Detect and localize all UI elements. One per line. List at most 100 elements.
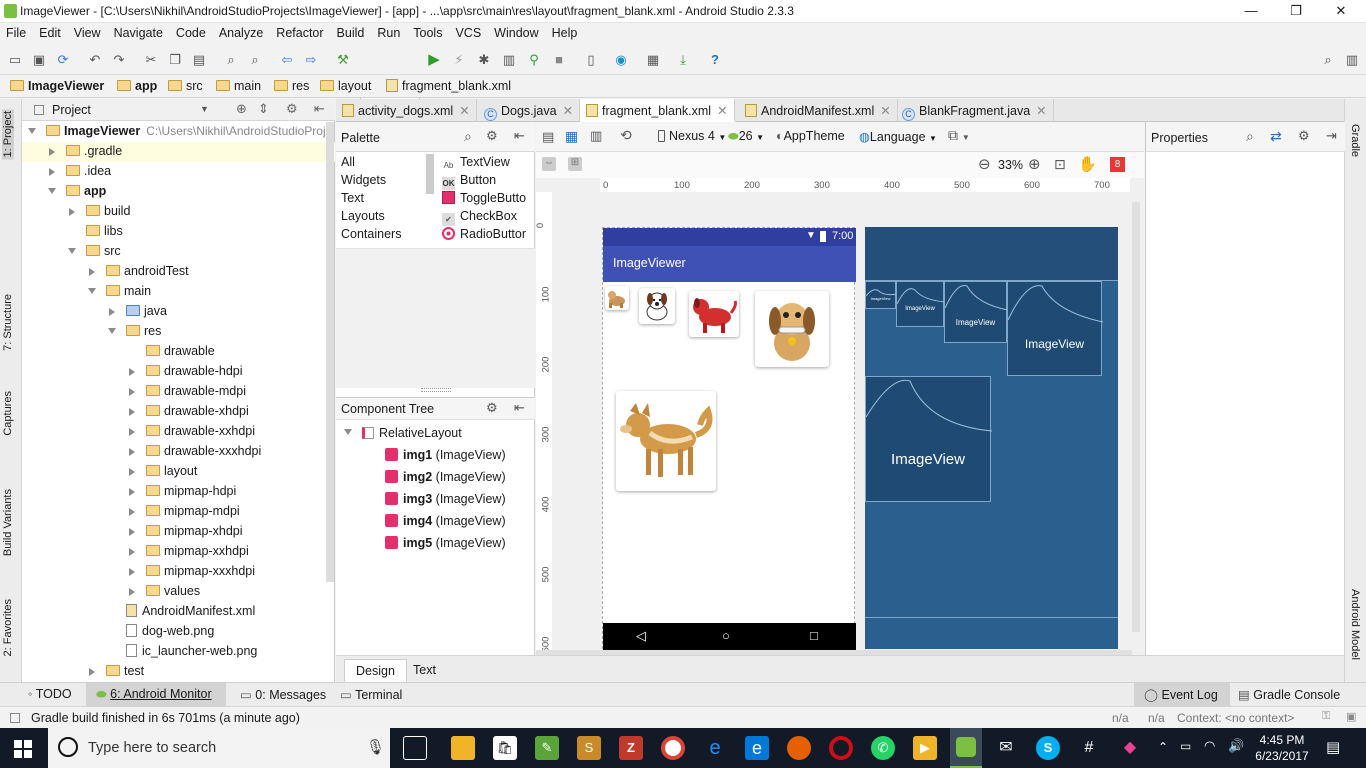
chevron-right-icon[interactable] xyxy=(129,448,135,456)
paste-icon[interactable]: ▤ xyxy=(190,51,208,69)
scroll-from-source-icon[interactable]: ⊕ xyxy=(236,101,247,117)
breadcrumb-item[interactable]: main xyxy=(216,79,261,93)
tree-node-img2[interactable]: img2 (ImageView) xyxy=(385,470,506,484)
task-view-icon[interactable] xyxy=(403,736,427,760)
blueprint-img1[interactable]: ImageView xyxy=(865,281,897,309)
tree-node-img5[interactable]: img5 (ImageView) xyxy=(385,536,506,550)
filezilla-icon[interactable]: Z xyxy=(619,736,643,760)
chrome-icon[interactable] xyxy=(661,736,685,760)
project-tree-row[interactable]: test xyxy=(22,662,335,682)
zoom-to-fit-icon[interactable]: ⊡ xyxy=(1054,156,1066,173)
volume-icon[interactable]: 🔊 xyxy=(1228,738,1244,754)
project-structure-icon[interactable]: ▦ xyxy=(644,51,662,69)
menu-build[interactable]: Build xyxy=(331,23,372,40)
project-tree-row[interactable]: drawable-mdpi xyxy=(22,382,335,402)
lock-icon[interactable]: ⚿ xyxy=(1322,710,1330,723)
chevron-right-icon[interactable] xyxy=(129,588,135,596)
hide-panel-icon[interactable]: ⇥ xyxy=(1326,128,1337,144)
search-everywhere-icon[interactable]: ⌕ xyxy=(1319,51,1337,69)
media-icon[interactable]: ▶ xyxy=(913,736,937,760)
swap-view-icon[interactable]: ⇄ xyxy=(1270,128,1282,145)
scrollbar[interactable] xyxy=(1132,202,1140,632)
chevron-up-icon[interactable]: ⌃ xyxy=(1158,740,1168,754)
make-project-icon[interactable]: ⚒ xyxy=(334,51,352,69)
chevron-down-icon[interactable]: ▼ xyxy=(200,104,209,114)
gear-icon[interactable]: ⚙ xyxy=(486,400,498,416)
tab-android-manifest[interactable]: AndroidManifest.xml ✕ xyxy=(739,99,898,122)
project-tree-row[interactable]: drawable xyxy=(22,342,335,362)
chevron-down-icon[interactable] xyxy=(108,328,116,334)
tab-favorites[interactable]: 2: Favorites xyxy=(2,599,14,656)
profile-icon[interactable]: ▥ xyxy=(500,51,518,69)
tab-structure[interactable]: 7: Structure xyxy=(2,294,14,351)
project-tree-row[interactable]: ic_launcher-web.png xyxy=(22,642,335,662)
project-tree-row[interactable]: AndroidManifest.xml xyxy=(22,602,335,622)
notifications-icon[interactable]: ▤ xyxy=(1326,738,1340,756)
chevron-down-icon[interactable] xyxy=(28,128,36,134)
undo-icon[interactable]: ↶ xyxy=(86,51,104,69)
hide-panel-icon[interactable]: ⇤ xyxy=(514,128,525,144)
breadcrumb-item[interactable]: layout xyxy=(320,79,371,93)
chevron-right-icon[interactable] xyxy=(129,548,135,556)
project-tree-row[interactable]: .gradle xyxy=(22,142,335,162)
menu-file[interactable]: File xyxy=(0,23,33,40)
whatsapp-icon[interactable]: ✆ xyxy=(871,736,895,760)
project-tree-row[interactable]: mipmap-xhdpi xyxy=(22,522,335,542)
img4-preview[interactable] xyxy=(755,291,829,367)
mail-icon[interactable]: ✉ xyxy=(994,736,1018,760)
palette-category-all[interactable]: All xyxy=(341,155,355,169)
breadcrumb-item[interactable]: fragment_blank.xml xyxy=(386,79,511,93)
chevron-right-icon[interactable] xyxy=(129,388,135,396)
open-folder-icon[interactable]: ▭ xyxy=(6,51,24,69)
chevron-right-icon[interactable] xyxy=(109,308,115,316)
restore-button[interactable]: ❐ xyxy=(1276,2,1316,20)
theme-select[interactable]: ◐AppTheme xyxy=(776,129,845,143)
orientation-icon[interactable]: ⟲ xyxy=(620,127,632,144)
wifi-icon[interactable]: ◠ xyxy=(1204,738,1215,754)
redo-icon[interactable]: ↷ xyxy=(110,51,128,69)
app-icon-2[interactable]: ◆ xyxy=(1118,736,1142,760)
tool-gradle-console[interactable]: ▤ Gradle Console xyxy=(1238,687,1340,702)
replace-icon[interactable]: ⌕ xyxy=(246,51,264,69)
gear-icon[interactable]: ⚙ xyxy=(486,128,498,144)
tool-event-log[interactable]: ◯ Event Log xyxy=(1134,683,1230,707)
menu-navigate[interactable]: Navigate xyxy=(108,23,170,40)
project-tree-row[interactable]: mipmap-mdpi xyxy=(22,502,335,522)
tab-project[interactable]: 1: Project xyxy=(2,109,14,160)
chevron-down-icon[interactable] xyxy=(88,288,96,294)
opera-icon[interactable] xyxy=(829,736,853,760)
clock-time[interactable]: 4:45 PM xyxy=(1253,733,1311,747)
project-tree-row[interactable]: androidTest xyxy=(22,262,335,282)
chevron-right-icon[interactable] xyxy=(129,368,135,376)
tree-node-img1[interactable]: img1 (ImageView) xyxy=(385,448,506,462)
blueprint-img5[interactable]: ImageView xyxy=(865,376,992,502)
tab-android-model[interactable]: Android Model xyxy=(1349,589,1361,660)
menu-analyze[interactable]: Analyze xyxy=(213,23,270,40)
help-icon[interactable]: ? xyxy=(706,51,724,69)
chevron-right-icon[interactable] xyxy=(49,168,55,176)
palette-category-widgets[interactable]: Widgets xyxy=(341,173,386,187)
project-tree-row[interactable]: app xyxy=(22,182,335,202)
layout-icon[interactable]: ▥ xyxy=(1343,51,1361,69)
project-view-select[interactable]: Project xyxy=(52,103,91,117)
img2-preview[interactable] xyxy=(639,288,675,324)
project-tree-row[interactable]: drawable-xxhdpi xyxy=(22,422,335,442)
hide-panel-icon[interactable]: ⇤ xyxy=(314,101,325,117)
warnings-badge[interactable]: 8 xyxy=(1110,157,1125,172)
copy-icon[interactable]: ❐ xyxy=(166,51,184,69)
clock-date[interactable]: 6/23/2017 xyxy=(1253,749,1311,763)
chevron-right-icon[interactable] xyxy=(129,468,135,476)
project-tree-row[interactable]: main xyxy=(22,282,335,302)
attach-debugger-icon[interactable]: ⚲ xyxy=(525,51,543,69)
taskbar-search[interactable]: Type here to search 🎙 xyxy=(48,728,390,768)
menu-code[interactable]: Code xyxy=(170,23,213,40)
chevron-right-icon[interactable] xyxy=(89,668,95,676)
project-tree-row[interactable]: .idea xyxy=(22,162,335,182)
windows-start-icon[interactable] xyxy=(14,740,32,758)
breadcrumb-item[interactable]: src xyxy=(168,79,203,93)
tree-node-img4[interactable]: img4 (ImageView) xyxy=(385,514,506,528)
tool-todo[interactable]: ◦ TODO xyxy=(28,687,72,701)
breadcrumb-item[interactable]: app xyxy=(117,79,157,93)
project-tree-row[interactable]: src xyxy=(22,242,335,262)
palette-category-layouts[interactable]: Layouts xyxy=(341,209,385,223)
